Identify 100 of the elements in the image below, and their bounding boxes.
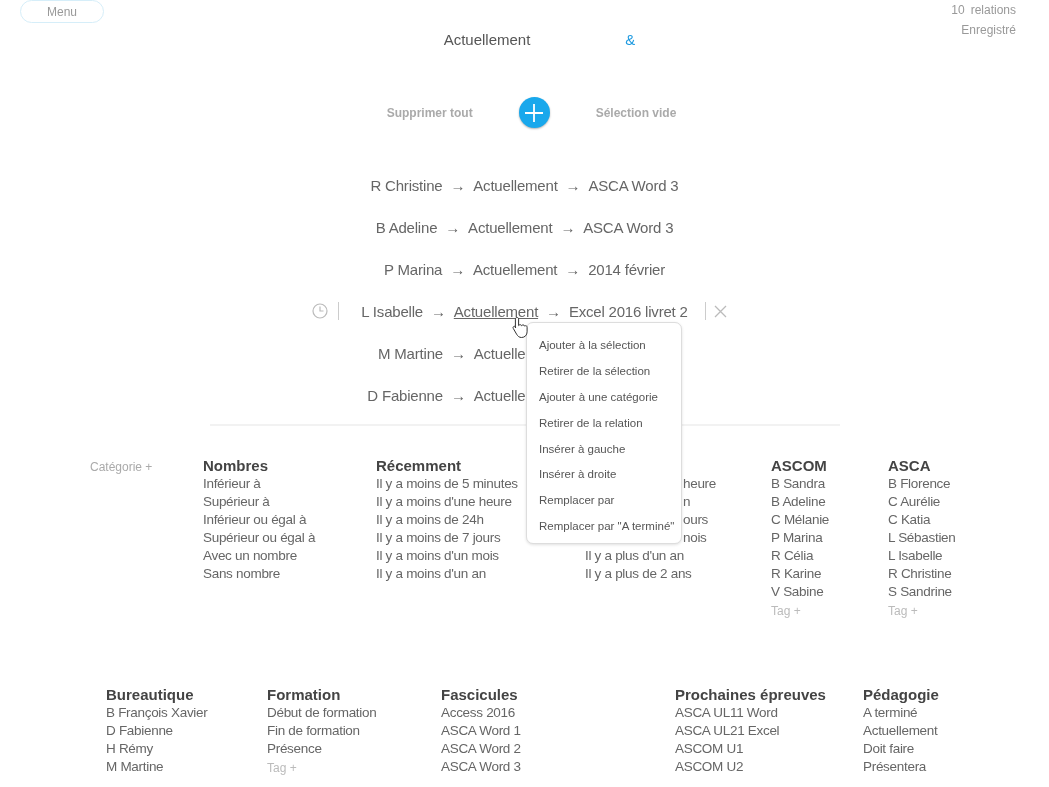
category-item[interactable]: B François Xavier bbox=[106, 704, 208, 722]
category-item[interactable]: Access 2016 bbox=[441, 704, 515, 722]
menu-item[interactable]: Retirer de la sélection bbox=[539, 364, 651, 377]
category-header: ASCA bbox=[888, 457, 931, 475]
category-item[interactable]: Doit faire bbox=[863, 740, 915, 758]
category-item[interactable]: Il y a moins d'un an bbox=[376, 565, 486, 583]
category-item[interactable]: Il y a moins de 24h bbox=[376, 511, 484, 529]
category-item[interactable]: C Katia bbox=[888, 511, 931, 529]
arrow-text: → bbox=[445, 218, 461, 236]
arrow-text: → bbox=[450, 176, 466, 194]
category-item[interactable]: ASCA UL21 Excel bbox=[675, 722, 780, 740]
relation-term[interactable]: Actuelle bbox=[473, 386, 526, 404]
category-item[interactable]: ASCA Word 1 bbox=[441, 722, 521, 740]
category-item[interactable]: S Sandrine bbox=[888, 583, 952, 601]
arrow-text: → bbox=[450, 344, 466, 362]
category-header: Bureautique bbox=[106, 686, 194, 704]
menu-item[interactable]: Remplacer par "A terminé" bbox=[539, 520, 675, 533]
category-item[interactable]: Il y a moins d'un mois bbox=[376, 547, 499, 565]
category-item[interactable]: C Aurélie bbox=[888, 493, 941, 511]
category-item[interactable]: ours bbox=[683, 512, 709, 527]
category-header: Prochaines épreuves bbox=[675, 686, 826, 704]
category-item[interactable]: Il y a moins d'une heure bbox=[376, 493, 512, 511]
menu-item[interactable]: Ajouter à la sélection bbox=[539, 339, 646, 351]
relation-term[interactable]: L Isabelle bbox=[361, 302, 423, 320]
relation-term[interactable]: ASCA Word 3 bbox=[588, 176, 679, 194]
category-item[interactable]: A terminé bbox=[863, 704, 918, 722]
category-header: Pédagogie bbox=[863, 686, 939, 704]
relation-term[interactable]: R Christine bbox=[370, 176, 443, 194]
category-item[interactable]: Supérieur à bbox=[203, 493, 270, 511]
menu-item[interactable]: Ajouter à une catégorie bbox=[539, 390, 658, 403]
relation-term[interactable]: M Martine bbox=[378, 344, 443, 362]
category-item[interactable]: P Marina bbox=[771, 529, 823, 547]
category-item[interactable]: B Adeline bbox=[771, 493, 826, 511]
category-item[interactable]: Il y a plus de 2 ans bbox=[585, 565, 692, 583]
close-icon[interactable] bbox=[713, 304, 727, 318]
menu-item[interactable]: Remplacer par bbox=[539, 494, 615, 507]
category-item[interactable]: L Sébastien bbox=[888, 529, 956, 547]
category-item[interactable]: Présence bbox=[267, 740, 322, 758]
relation-term[interactable]: 2014 février bbox=[588, 260, 665, 278]
arrow-text: → bbox=[565, 260, 581, 278]
category-item[interactable]: B Sandra bbox=[771, 475, 825, 493]
category-item[interactable]: R Karine bbox=[771, 565, 822, 583]
arrow-text: → bbox=[565, 176, 581, 194]
relation-term[interactable]: Actuellement bbox=[468, 218, 553, 236]
relation-term[interactable]: P Marina bbox=[384, 260, 443, 278]
category-item[interactable]: B Florence bbox=[888, 475, 951, 493]
category-item[interactable]: R Christine bbox=[888, 565, 952, 583]
relation-count: 10 bbox=[951, 3, 965, 17]
menu-item[interactable]: Insérer à gauche bbox=[539, 442, 626, 455]
category-item[interactable]: Inférieur ou égal à bbox=[203, 511, 307, 529]
relation-term[interactable]: ASCA Word 3 bbox=[583, 218, 674, 236]
category-item[interactable]: M Martine bbox=[106, 758, 164, 776]
category-item[interactable]: Inférieur à bbox=[203, 475, 261, 493]
relation-term[interactable]: Actuellement bbox=[453, 302, 539, 320]
menu-item[interactable]: Retirer de la relation bbox=[539, 416, 643, 429]
category-item[interactable]: Début de formation bbox=[267, 704, 377, 722]
category-item[interactable]: ASCOM U2 bbox=[675, 758, 744, 776]
category-item[interactable]: ASCOM U1 bbox=[675, 740, 744, 758]
arrow-text: → bbox=[546, 302, 561, 320]
category-item[interactable]: Présentera bbox=[863, 758, 927, 776]
category-item[interactable]: heure bbox=[683, 476, 717, 491]
title-text: Actuellement bbox=[443, 31, 531, 48]
relation-term[interactable]: Actuellement bbox=[473, 176, 558, 194]
add-button[interactable] bbox=[518, 97, 550, 128]
relation-term[interactable]: B Adeline bbox=[375, 218, 438, 236]
connector-link[interactable]: & bbox=[625, 31, 636, 48]
category-item[interactable]: Il y a moins de 5 minutes bbox=[376, 475, 518, 493]
relation-term[interactable]: D Fabienne bbox=[367, 386, 443, 404]
relation-term[interactable]: Excel 2016 livret 2 bbox=[568, 302, 688, 320]
save-status: Enregistré bbox=[961, 23, 1016, 37]
clock-icon[interactable] bbox=[311, 303, 328, 319]
category-item[interactable]: R Célia bbox=[771, 547, 814, 565]
relation-term[interactable]: Actuellement bbox=[473, 260, 558, 278]
category-item[interactable]: ASCA Word 2 bbox=[441, 740, 521, 758]
category-item[interactable]: V Sabine bbox=[771, 583, 824, 601]
category-header: Nombres bbox=[203, 457, 269, 475]
category-header: ASCOM bbox=[771, 457, 827, 475]
category-item[interactable]: L Isabelle bbox=[888, 547, 943, 565]
category-item[interactable]: D Fabienne bbox=[106, 722, 173, 740]
category-item[interactable]: Il y a plus d'un an bbox=[585, 547, 684, 565]
category-item[interactable]: Actuellement bbox=[863, 722, 938, 740]
category-item[interactable]: Fin de formation bbox=[267, 722, 360, 740]
category-item[interactable]: ASCA Word 3 bbox=[441, 758, 521, 776]
category-item[interactable]: Avec un nombre bbox=[203, 547, 297, 565]
category-item[interactable]: Il y a moins de 7 jours bbox=[376, 529, 501, 547]
category-item[interactable]: ASCA UL11 Word bbox=[675, 704, 778, 722]
plus-icon bbox=[524, 102, 545, 123]
category-item[interactable]: Sans nombre bbox=[203, 565, 280, 583]
arrow-text: → bbox=[430, 302, 446, 320]
relation-term[interactable]: Actuelle bbox=[473, 344, 526, 362]
category-header: Fascicules bbox=[441, 686, 518, 704]
category-item[interactable]: n bbox=[683, 494, 691, 509]
category-item[interactable]: C Mélanie bbox=[771, 511, 830, 529]
category-item[interactable]: H Rémy bbox=[106, 740, 153, 758]
arrow-text: → bbox=[450, 260, 465, 278]
arrow-text: → bbox=[450, 386, 466, 404]
category-item[interactable]: nois bbox=[683, 530, 707, 545]
menu-item[interactable]: Insérer à droite bbox=[539, 468, 617, 481]
relation-count-label: relations bbox=[970, 3, 1016, 17]
category-item[interactable]: Supérieur ou égal à bbox=[203, 529, 316, 547]
